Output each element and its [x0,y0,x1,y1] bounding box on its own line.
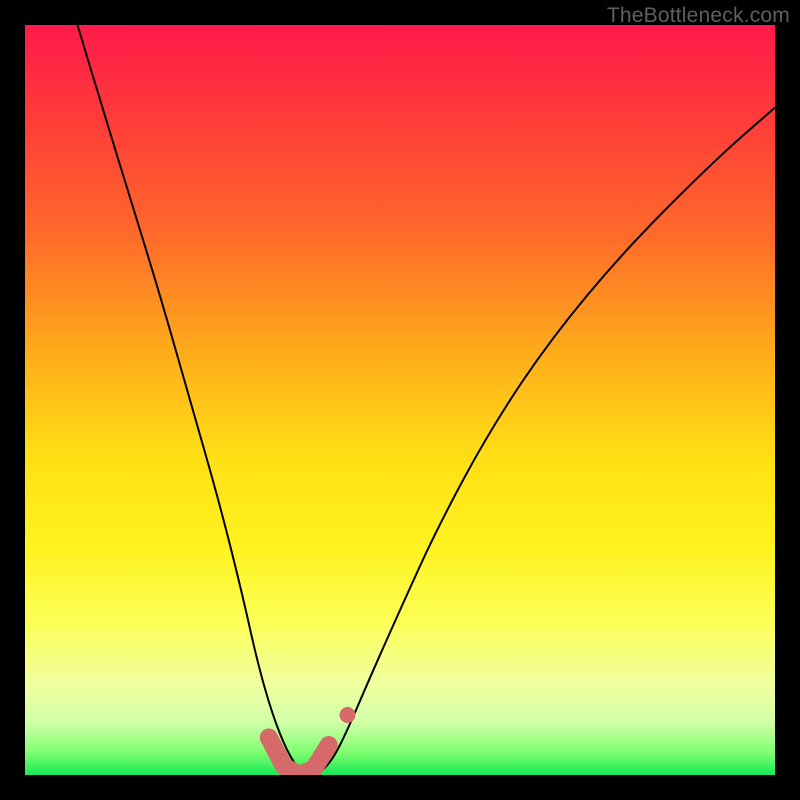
chart-area [25,25,775,775]
value-marker-dot [340,707,356,723]
watermark-text: TheBottleneck.com [607,4,790,28]
bottleneck-plot [25,25,775,775]
optimal-range-highlight [269,738,329,776]
bottleneck-curve [78,25,776,775]
